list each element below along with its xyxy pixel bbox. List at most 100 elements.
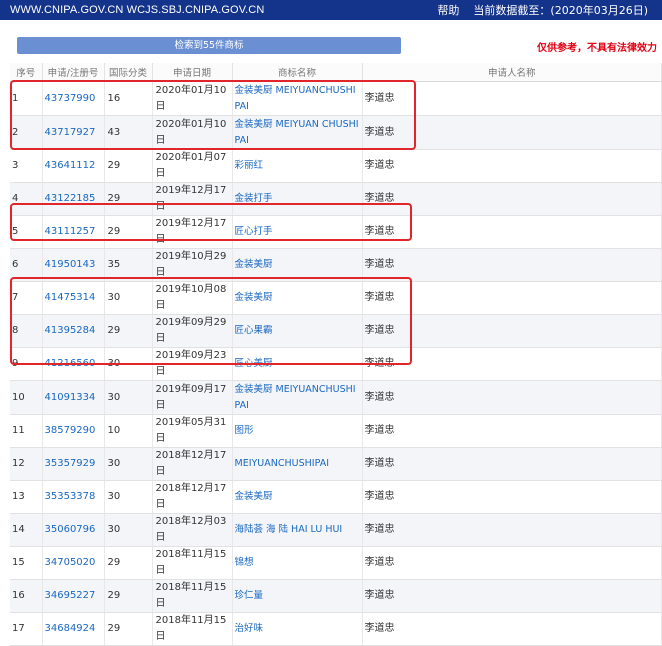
trademark-name-link[interactable]: 金装美厨 MEIYUANCHUSHIPAI bbox=[235, 85, 356, 112]
reg-number-link[interactable]: 34695227 bbox=[45, 590, 96, 601]
reg-number-link[interactable]: 43737990 bbox=[45, 93, 96, 104]
reg-column: 35060796 bbox=[42, 513, 105, 547]
name-column: 金装美厨 bbox=[232, 281, 363, 315]
applicant-column: 李道忠 bbox=[362, 182, 662, 216]
reg-number-link[interactable]: 43641112 bbox=[45, 160, 96, 171]
trademark-name-link[interactable]: 金装美厨 bbox=[235, 259, 273, 270]
trademark-name-link[interactable]: 金装美厨 MEIYUANCHUSHIPAI bbox=[235, 384, 356, 411]
serial-cell: 12 bbox=[12, 458, 25, 469]
applicant-column: 李道忠 bbox=[362, 347, 662, 381]
serial-cell: 14 bbox=[12, 524, 25, 535]
reg-number-link[interactable]: 35060796 bbox=[45, 524, 96, 535]
table-row[interactable]: 11 38579290 10 2019年05月31日 图形 李道忠 bbox=[10, 414, 662, 448]
no-column: 10 bbox=[10, 380, 43, 415]
help-link[interactable]: 帮助 bbox=[437, 2, 459, 18]
reg-number-link[interactable]: 38579290 bbox=[45, 425, 96, 436]
trademark-name-link[interactable]: 匠心美厨 bbox=[235, 358, 273, 369]
trademark-name-link[interactable]: 治好味 bbox=[235, 623, 264, 634]
cls-column: 30 bbox=[104, 347, 153, 381]
table-row[interactable]: 9 41216560 30 2019年09月23日 匠心美厨 李道忠 bbox=[10, 347, 662, 381]
no-column: 16 bbox=[10, 579, 43, 613]
table-header-row: 序号 申请/注册号 国际分类 申请日期 商标名称 申请人名称 bbox=[10, 63, 662, 82]
trademark-name-link[interactable]: 金装打手 bbox=[235, 193, 273, 204]
date-cell: 2019年05月31日 bbox=[155, 417, 227, 444]
applicant-cell: 李道忠 bbox=[364, 325, 395, 336]
table-row[interactable]: 10 41091334 30 2019年09月17日 金装美厨 MEIYUANCHUSH… bbox=[10, 380, 662, 415]
table-row[interactable]: 13 35353378 30 2018年12月17日 金装美厨 李道忠 bbox=[10, 480, 662, 514]
top-bar-right: 帮助 当前数据截至：(2020年03月26日) bbox=[437, 2, 648, 18]
reg-number-link[interactable]: 43122185 bbox=[45, 193, 96, 204]
applicant-cell: 李道忠 bbox=[364, 292, 395, 303]
trademark-name-link[interactable]: 彩丽红 bbox=[235, 160, 264, 171]
no-column: 12 bbox=[10, 447, 43, 481]
trademark-name-link[interactable]: 珍仁量 bbox=[235, 590, 264, 601]
class-cell: 30 bbox=[107, 458, 121, 469]
trademark-name-link[interactable]: 匠心打手 bbox=[235, 226, 273, 237]
reg-column: 41091334 bbox=[42, 380, 105, 415]
class-cell: 43 bbox=[107, 126, 121, 138]
no-column: 3 bbox=[10, 149, 43, 183]
date-cell: 2020年01月07日 bbox=[155, 152, 227, 179]
applicant-cell: 李道忠 bbox=[364, 557, 395, 568]
table-body: 1 43737990 16 2020年01月10日 金装美厨 MEIYUANCHUSHI… bbox=[10, 81, 662, 646]
reg-number-link[interactable]: 41475314 bbox=[45, 292, 96, 303]
trademark-name-link[interactable]: 金装美厨 bbox=[235, 491, 273, 502]
name-column: 匠心打手 bbox=[232, 215, 363, 249]
applicant-column: 李道忠 bbox=[362, 248, 662, 282]
date-cell: 2019年12月17日 bbox=[155, 185, 227, 212]
applicant-cell: 李道忠 bbox=[364, 590, 395, 601]
date-column: 2019年12月17日 bbox=[152, 215, 233, 249]
name-column: 图形 bbox=[232, 414, 363, 448]
table-row[interactable]: 12 35357929 30 2018年12月17日 MEIYUANCHUSHIPAI 李… bbox=[10, 447, 662, 481]
cls-column: 16 bbox=[104, 81, 153, 116]
name-column: 锦想 bbox=[232, 546, 363, 580]
table-row[interactable]: 2 43717927 43 2020年01月10日 金装美厨 MEIYUAN CHUSH… bbox=[10, 115, 662, 150]
reg-number-link[interactable]: 35357929 bbox=[45, 458, 96, 469]
trademark-name-link[interactable]: MEIYUANCHUSHIPAI bbox=[235, 458, 330, 469]
result-summary-row: 检索到55件商标 仅供参考，不具有法律效力 bbox=[0, 20, 662, 54]
reg-number-link[interactable]: 41091334 bbox=[45, 392, 96, 403]
cls-column: 30 bbox=[104, 447, 153, 481]
name-column: 金装美厨 MEIYUANCHUSHIPAI bbox=[232, 81, 363, 116]
reg-number-link[interactable]: 43111257 bbox=[45, 226, 96, 237]
trademark-name-link[interactable]: 锦想 bbox=[235, 557, 254, 568]
cls-column: 29 bbox=[104, 182, 153, 216]
header-applicant: 申请人名称 bbox=[362, 63, 662, 82]
reg-number-link[interactable]: 41216560 bbox=[45, 358, 96, 369]
reg-column: 43641112 bbox=[42, 149, 105, 183]
table-row[interactable]: 8 41395284 29 2019年09月29日 匠心果霸 李道忠 bbox=[10, 314, 662, 348]
table-row[interactable]: 4 43122185 29 2019年12月17日 金装打手 李道忠 bbox=[10, 182, 662, 216]
result-count-bar: 检索到55件商标 bbox=[17, 37, 401, 54]
table-row[interactable]: 3 43641112 29 2020年01月07日 彩丽红 李道忠 bbox=[10, 149, 662, 183]
reg-number-link[interactable]: 43717927 bbox=[45, 127, 96, 138]
trademark-name-link[interactable]: 海陆荟 海 陆 HAI LU HUI bbox=[235, 524, 343, 535]
trademark-name-link[interactable]: 图形 bbox=[235, 425, 254, 436]
no-column: 9 bbox=[10, 347, 43, 381]
name-column: MEIYUANCHUSHIPAI bbox=[232, 447, 363, 481]
applicant-column: 李道忠 bbox=[362, 81, 662, 116]
date-column: 2019年09月23日 bbox=[152, 347, 233, 381]
table-row[interactable]: 1 43737990 16 2020年01月10日 金装美厨 MEIYUANCHUSHI… bbox=[10, 81, 662, 116]
name-column: 金装美厨 bbox=[232, 480, 363, 514]
table-row[interactable]: 17 34684924 29 2018年11月15日 治好味 李道忠 bbox=[10, 612, 662, 646]
table-row[interactable]: 7 41475314 30 2019年10月08日 金装美厨 李道忠 bbox=[10, 281, 662, 315]
no-column: 8 bbox=[10, 314, 43, 348]
serial-cell: 7 bbox=[12, 292, 19, 303]
trademark-name-link[interactable]: 金装美厨 MEIYUAN CHUSHIPAI bbox=[235, 119, 359, 146]
reg-number-link[interactable]: 41395284 bbox=[45, 325, 96, 336]
table-row[interactable]: 16 34695227 29 2018年11月15日 珍仁量 李道忠 bbox=[10, 579, 662, 613]
reg-number-link[interactable]: 34705020 bbox=[45, 557, 96, 568]
cls-column: 43 bbox=[104, 115, 153, 150]
table-row[interactable]: 15 34705020 29 2018年11月15日 锦想 李道忠 bbox=[10, 546, 662, 580]
table-row[interactable]: 6 41950143 35 2019年10月29日 金装美厨 李道忠 bbox=[10, 248, 662, 282]
reg-column: 38579290 bbox=[42, 414, 105, 448]
trademark-name-link[interactable]: 金装美厨 bbox=[235, 292, 273, 303]
trademark-name-link[interactable]: 匠心果霸 bbox=[235, 325, 273, 336]
reg-number-link[interactable]: 41950143 bbox=[45, 259, 96, 270]
reg-number-link[interactable]: 35353378 bbox=[45, 491, 96, 502]
reg-number-link[interactable]: 34684924 bbox=[45, 623, 96, 634]
table-row[interactable]: 5 43111257 29 2019年12月17日 匠心打手 李道忠 bbox=[10, 215, 662, 249]
class-cell: 30 bbox=[107, 391, 121, 403]
top-bar: WWW.CNIPA.GOV.CN WCJS.SBJ.CNIPA.GOV.CN 帮… bbox=[0, 0, 662, 20]
table-row[interactable]: 14 35060796 30 2018年12月03日 海陆荟 海 陆 HAI LU HU… bbox=[10, 513, 662, 547]
